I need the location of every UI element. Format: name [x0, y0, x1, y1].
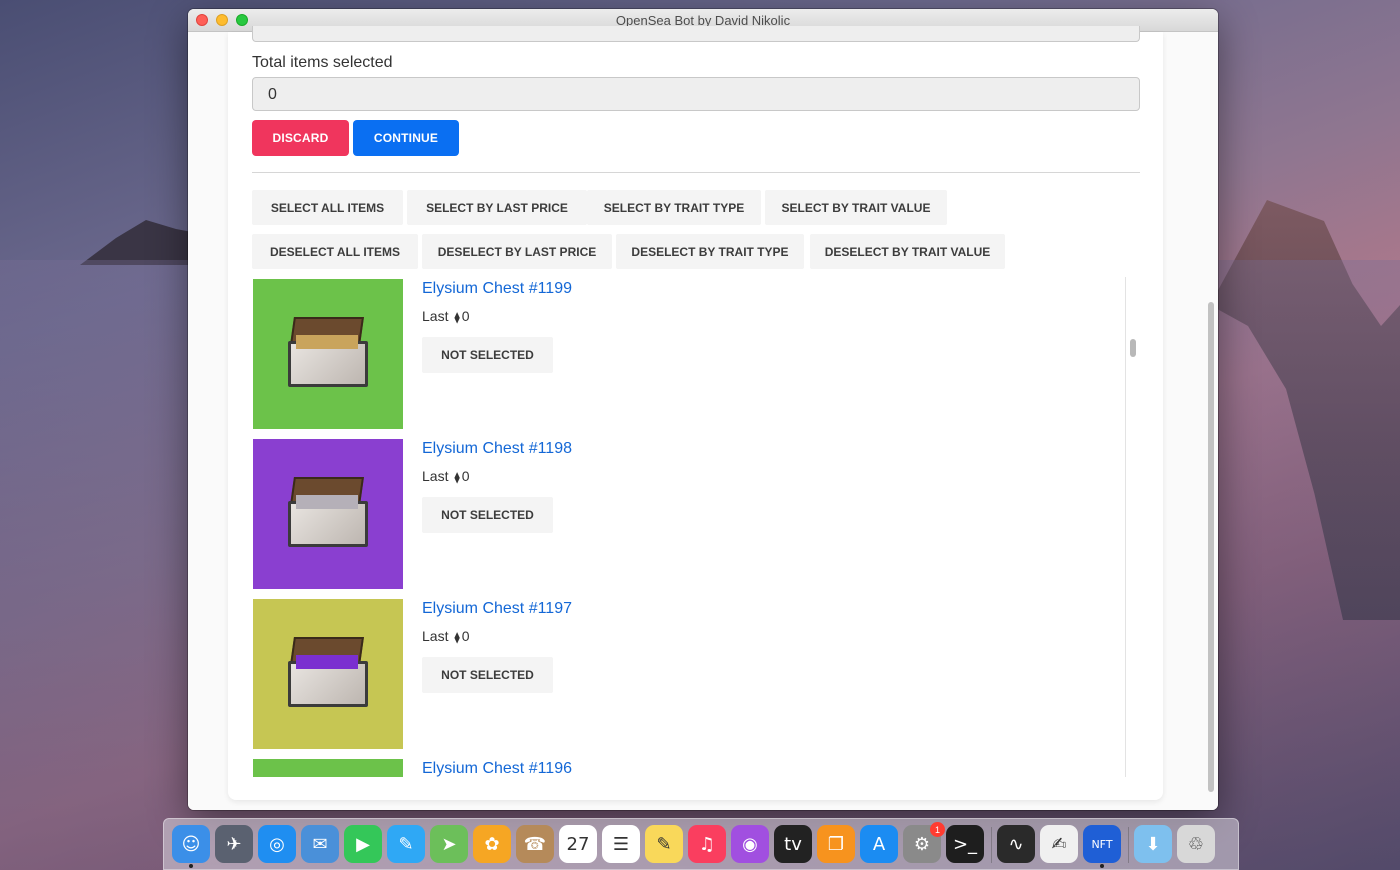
chest-image — [288, 637, 368, 709]
price-label: Last — [422, 308, 449, 324]
calendar-icon[interactable]: 27 — [559, 825, 597, 863]
chest-contents — [296, 495, 358, 509]
item-last-price: Last ⧫ 0 — [422, 308, 470, 324]
chest-contents — [296, 655, 358, 669]
price-value: 0 — [461, 628, 470, 644]
item-thumbnail[interactable] — [253, 599, 403, 749]
running-indicator — [189, 864, 193, 868]
launchpad-icon[interactable]: ✈ — [215, 825, 253, 863]
chest-image — [288, 317, 368, 389]
item-title-link[interactable]: Elysium Chest #1197 — [422, 600, 572, 618]
running-indicator — [1100, 864, 1104, 868]
item-thumbnail[interactable] — [253, 439, 403, 589]
maps-icon[interactable]: ➤ — [430, 825, 468, 863]
podcasts-icon[interactable]: ◉ — [731, 825, 769, 863]
select-all-items-button[interactable]: SELECT ALL ITEMS — [252, 190, 403, 225]
dock: ☺ ✈ ◎ ✉ ▶ ✎ ➤ ✿ ☎ 27 ☰ ✎ ♫ ◉ tv ❐ A ⚙ 1 >_ ∿ ✍ NFT ⬇ ♲ — [163, 818, 1239, 870]
item-selection-toggle[interactable]: NOT SELECTED — [422, 337, 553, 373]
list-scrollbar[interactable] — [1125, 277, 1139, 777]
trash-icon[interactable]: ♲ — [1177, 825, 1215, 863]
chest-contents — [296, 335, 358, 349]
select-by-last-price-button[interactable]: SELECT BY LAST PRICE — [407, 190, 587, 225]
total-items-label: Total items selected — [252, 54, 393, 71]
books-icon[interactable]: ❐ — [817, 825, 855, 863]
list-item: Elysium Chest #1199 Last ⧫ 0 NOT SELECTED — [252, 277, 1112, 429]
facetime-icon[interactable]: ▶ — [344, 825, 382, 863]
items-list: Elysium Chest #1199 Last ⧫ 0 NOT SELECTED… — [252, 277, 1127, 777]
music-icon[interactable]: ♫ — [688, 825, 726, 863]
dock-separator — [991, 827, 992, 863]
system-preferences-icon[interactable]: ⚙ 1 — [903, 822, 945, 863]
select-by-trait-value-button[interactable]: SELECT BY TRAIT VALUE — [765, 190, 947, 225]
list-item: Elysium Chest #1197 Last ⧫ 0 NOT SELECTED — [252, 597, 1112, 749]
deselect-by-last-price-button[interactable]: DESELECT BY LAST PRICE — [422, 234, 612, 269]
messages-icon[interactable]: ✎ — [387, 825, 425, 863]
list-scrollbar-thumb[interactable] — [1130, 339, 1136, 357]
eth-icon: ⧫ — [454, 472, 460, 484]
section-divider — [252, 172, 1140, 173]
item-selection-toggle[interactable]: NOT SELECTED — [422, 497, 553, 533]
nft-app-icon[interactable]: NFT — [1083, 825, 1121, 868]
photos-icon[interactable]: ✿ — [473, 825, 511, 863]
previous-input-field[interactable] — [252, 26, 1140, 42]
eth-icon: ⧫ — [454, 312, 460, 324]
tv-icon[interactable]: tv — [774, 825, 812, 863]
finder-icon[interactable]: ☺ — [172, 825, 210, 868]
select-by-trait-type-button[interactable]: SELECT BY TRAIT TYPE — [587, 190, 761, 225]
item-last-price: Last ⧫ 0 — [422, 468, 470, 484]
desktop-island — [80, 220, 200, 265]
item-title-link[interactable]: Elysium Chest #1196 — [422, 760, 572, 777]
continue-button[interactable]: CONTINUE — [353, 120, 459, 156]
activity-monitor-icon[interactable]: ∿ — [997, 825, 1035, 863]
list-item: Elysium Chest #1196 — [252, 757, 1112, 777]
app-content: Total items selected 0 DISCARD CONTINUE … — [188, 26, 1218, 810]
desktop-cliff — [1210, 200, 1400, 620]
app-store-icon[interactable]: A — [860, 825, 898, 863]
list-item: Elysium Chest #1198 Last ⧫ 0 NOT SELECTED — [252, 437, 1112, 589]
price-label: Last — [422, 468, 449, 484]
dock-separator — [1128, 827, 1129, 863]
item-selection-toggle[interactable]: NOT SELECTED — [422, 657, 553, 693]
item-last-price: Last ⧫ 0 — [422, 628, 470, 644]
notification-badge: 1 — [930, 822, 945, 837]
price-label: Last — [422, 628, 449, 644]
window-scrollbar-thumb[interactable] — [1208, 302, 1214, 792]
mail-icon[interactable]: ✉ — [301, 825, 339, 863]
item-thumbnail[interactable] — [253, 759, 403, 777]
price-value: 0 — [461, 308, 470, 324]
textedit-icon[interactable]: ✍ — [1040, 825, 1078, 863]
terminal-icon[interactable]: >_ — [946, 825, 984, 863]
item-thumbnail[interactable] — [253, 279, 403, 429]
chest-image — [288, 477, 368, 549]
contacts-icon[interactable]: ☎ — [516, 825, 554, 863]
safari-icon[interactable]: ◎ — [258, 825, 296, 863]
reminders-icon[interactable]: ☰ — [602, 825, 640, 863]
main-card: Total items selected 0 DISCARD CONTINUE … — [228, 26, 1163, 800]
downloads-folder-icon[interactable]: ⬇ — [1134, 825, 1172, 863]
item-title-link[interactable]: Elysium Chest #1198 — [422, 440, 572, 458]
app-window: OpenSea Bot by David Nikolic Total items… — [188, 9, 1218, 810]
price-value: 0 — [461, 468, 470, 484]
deselect-all-items-button[interactable]: DESELECT ALL ITEMS — [252, 234, 418, 269]
notes-icon[interactable]: ✎ — [645, 825, 683, 863]
eth-icon: ⧫ — [454, 632, 460, 644]
item-title-link[interactable]: Elysium Chest #1199 — [422, 280, 572, 298]
deselect-by-trait-type-button[interactable]: DESELECT BY TRAIT TYPE — [616, 234, 804, 269]
discard-button[interactable]: DISCARD — [252, 120, 349, 156]
total-items-input[interactable]: 0 — [252, 77, 1140, 111]
deselect-by-trait-value-button[interactable]: DESELECT BY TRAIT VALUE — [810, 234, 1005, 269]
